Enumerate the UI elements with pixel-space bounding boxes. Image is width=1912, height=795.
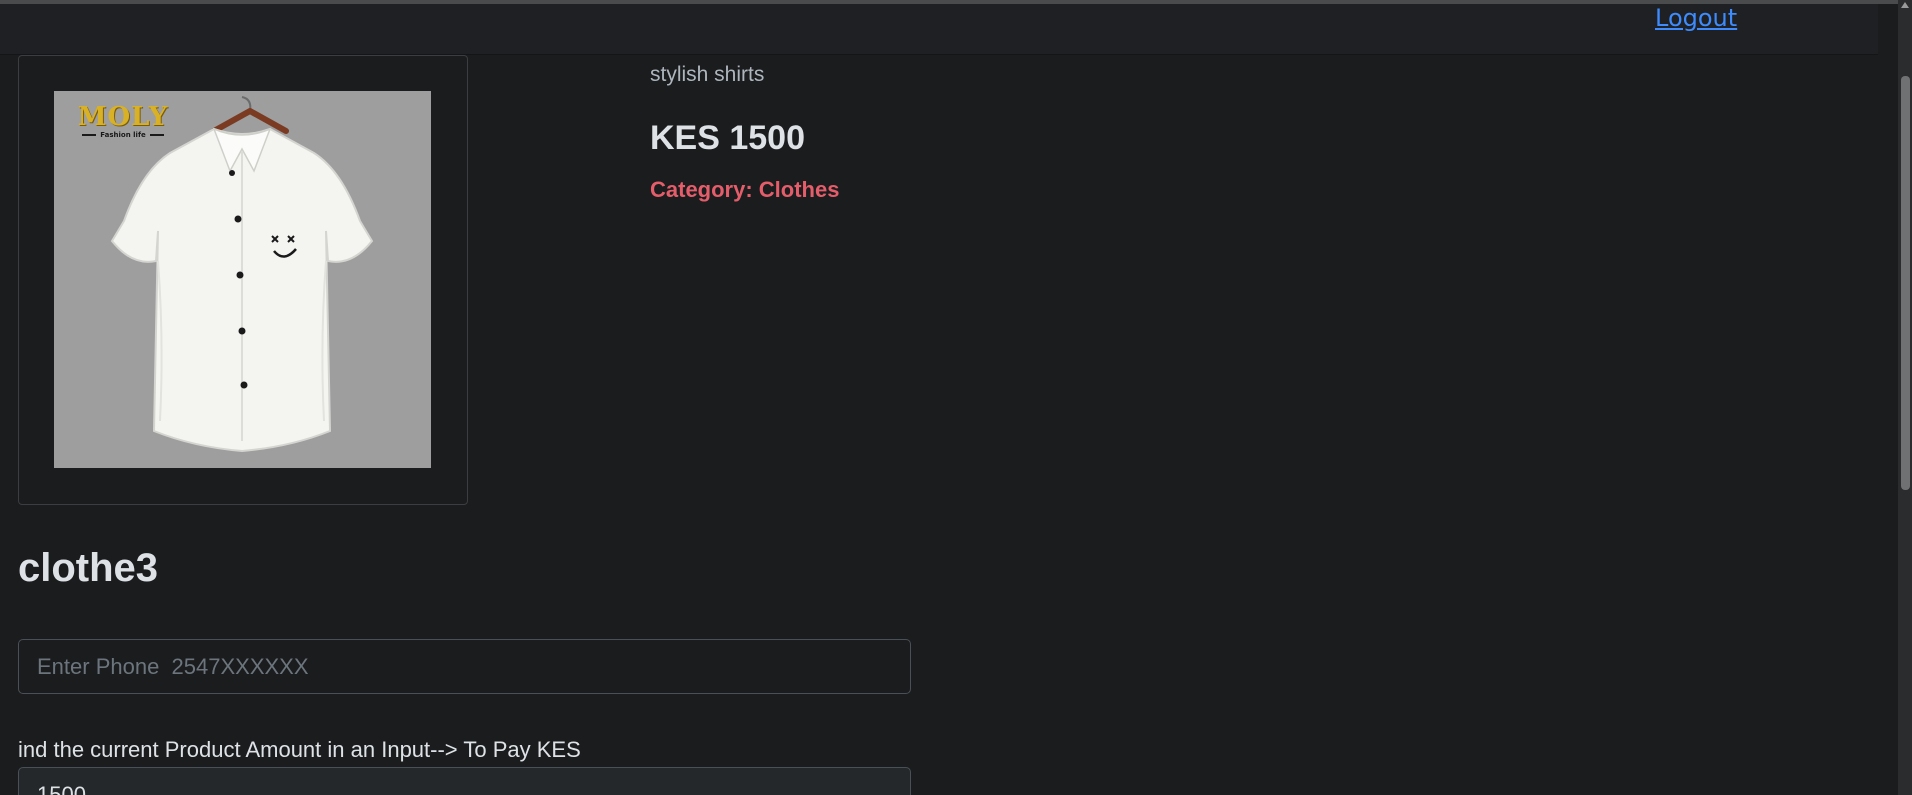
phone-input[interactable] bbox=[18, 639, 911, 694]
product-description: stylish shirts bbox=[650, 63, 765, 86]
amount-input[interactable] bbox=[18, 767, 911, 795]
navbar: Logout bbox=[0, 4, 1878, 54]
scrollbar-thumb[interactable] bbox=[1901, 76, 1910, 490]
product-price: KES 1500 bbox=[650, 119, 805, 157]
scroll-up-arrow-icon[interactable] bbox=[1901, 2, 1909, 8]
shirt-illustration bbox=[110, 96, 374, 453]
brand-logo: MOLY Fashion life bbox=[74, 103, 172, 141]
page: Logout MOLY Fashion life stylish shirts … bbox=[0, 0, 1912, 795]
product-category: Category: Clothes bbox=[650, 177, 840, 202]
amount-label: ind the current Product Amount in an Inp… bbox=[18, 737, 581, 762]
logout-link[interactable]: Logout bbox=[1655, 4, 1737, 32]
brand-logo-name: MOLY bbox=[77, 102, 169, 132]
product-image: MOLY Fashion life bbox=[54, 91, 431, 468]
brand-logo-tagline: Fashion life bbox=[74, 131, 172, 140]
product-title: clothe3 bbox=[18, 546, 159, 590]
